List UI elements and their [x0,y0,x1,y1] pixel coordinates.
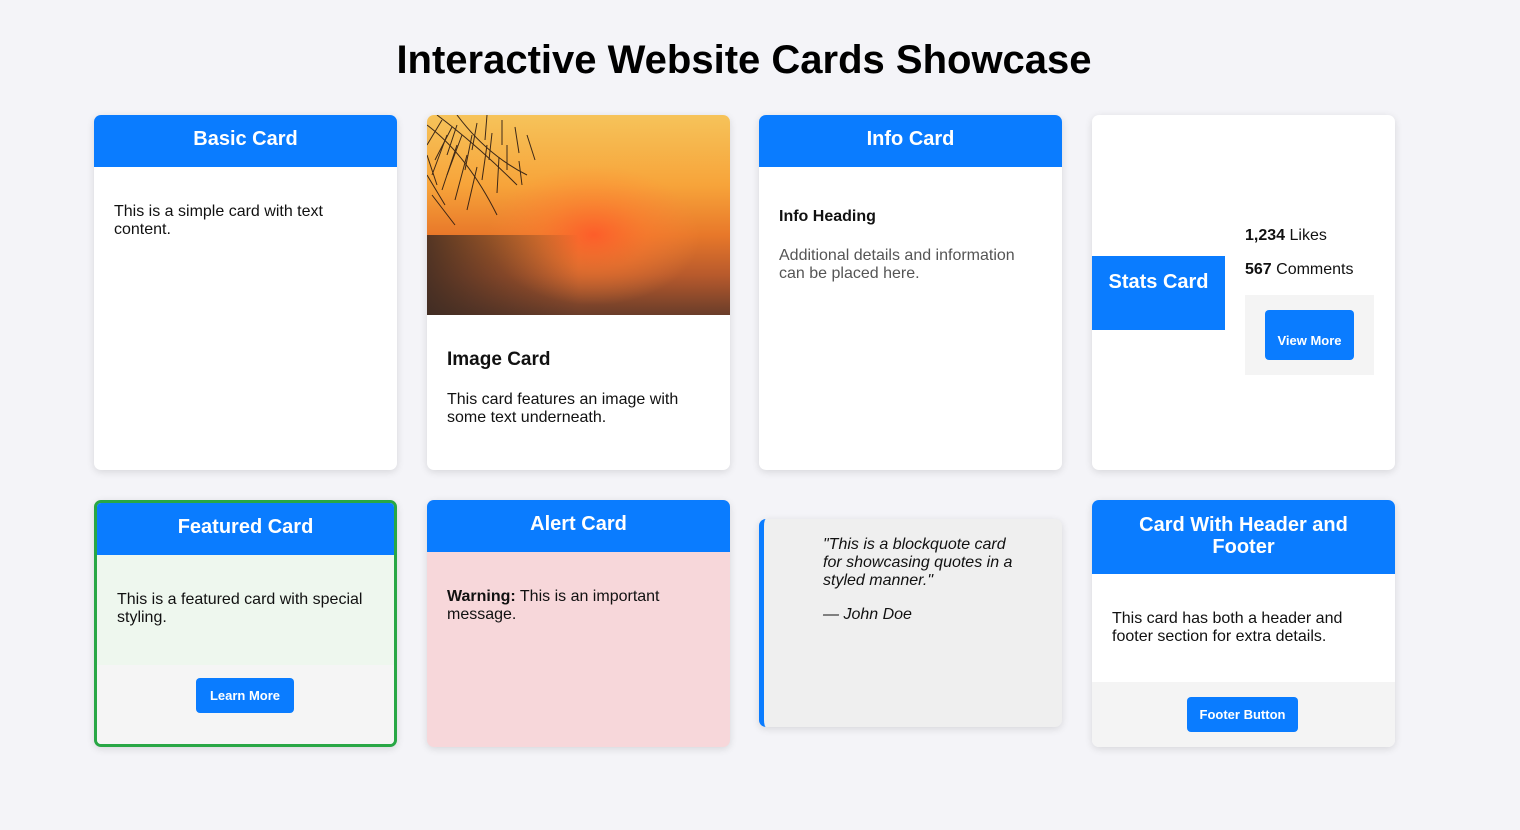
info-card: Info Card Info Heading Additional detail… [759,115,1062,470]
alert-card-body: Warning: This is an important message. [427,552,730,644]
header-footer-card-header: Card With Header and Footer [1092,500,1395,574]
comments-stat: 567 Comments [1245,261,1354,279]
header-footer-card-text: This card has both a header and footer s… [1112,610,1343,645]
comments-label: Comments [1271,261,1354,278]
blockquote-text: "This is a blockquote card for showcasin… [823,536,1013,589]
basic-card-text: This is a simple card with text content. [114,203,323,238]
featured-card-text: This is a featured card with special sty… [97,555,394,665]
stats-card: Stats Card 1,234 Likes 567 Comments View… [1092,115,1395,470]
image-card-text: This card features an image with some te… [447,391,679,426]
view-more-button[interactable]: View More [1265,310,1354,360]
featured-card-header: Featured Card [97,503,394,555]
quote-card: "This is a blockquote card for showcasin… [759,519,1062,727]
likes-label: Likes [1285,227,1327,244]
header-footer-card-footer: Footer Button [1092,682,1395,747]
stats-card-footer: View More [1245,295,1374,375]
sunset-image [427,115,730,315]
alert-card: Alert Card Warning: This is an important… [427,500,730,747]
quote-author: — John Doe [823,606,912,623]
image-card-title: Image Card [447,349,551,370]
footer-button[interactable]: Footer Button [1187,697,1298,732]
info-card-header: Info Card [759,115,1062,167]
page-title: Interactive Website Cards Showcase [396,38,1092,82]
featured-card-footer: Learn More [97,665,394,744]
warning-label: Warning: [447,588,516,605]
basic-card-header: Basic Card [94,115,397,167]
header-footer-card: Card With Header and Footer This card ha… [1092,500,1395,747]
comments-value: 567 [1245,261,1272,278]
basic-card: Basic Card This is a simple card with te… [94,115,397,470]
likes-value: 1,234 [1245,227,1286,244]
alert-card-header: Alert Card [427,500,730,552]
info-text: Additional details and information can b… [779,247,1015,282]
likes-stat: 1,234 Likes [1245,227,1327,245]
info-heading: Info Heading [779,208,876,225]
stats-card-header: Stats Card [1092,256,1225,330]
featured-card: Featured Card This is a featured card wi… [94,500,397,747]
learn-more-button[interactable]: Learn More [196,678,294,713]
image-card: Image Card This card features an image w… [427,115,730,470]
